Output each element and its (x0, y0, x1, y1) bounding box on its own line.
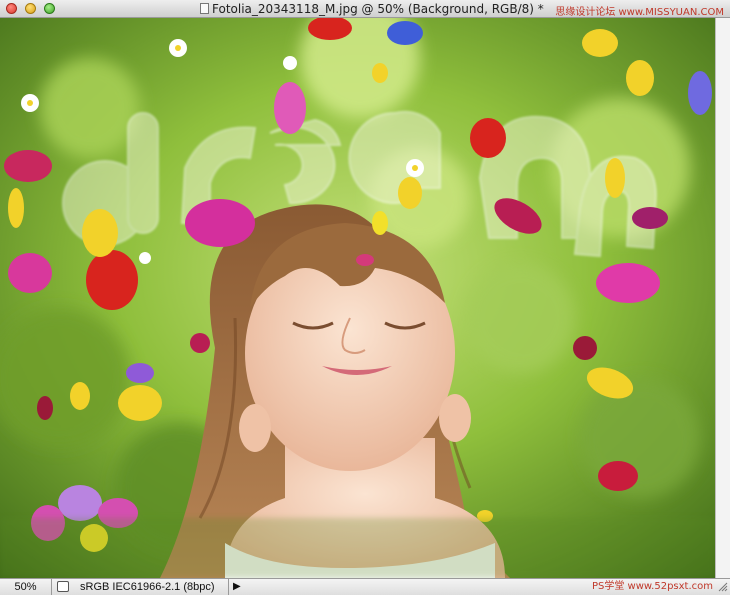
watermark-top: 思缘设计论坛 www.MISSYUAN.COM (555, 7, 724, 18)
document-canvas[interactable]: dream (0, 18, 715, 578)
close-icon[interactable] (6, 3, 17, 14)
minimize-icon[interactable] (25, 3, 36, 14)
zoom-icon[interactable] (44, 3, 55, 14)
watermark-bottom: PS学堂 www.52psxt.com (592, 581, 714, 592)
photo: dream (0, 18, 715, 578)
window-title: Fotolia_20343118_M.jpg @ 50% (Background… (212, 2, 544, 16)
status-bar: 50% sRGB IEC61966-2.1 (8bpc) ▶ PS学堂 www.… (0, 578, 730, 595)
document-profile: sRGB IEC61966-2.1 (8bpc) (80, 581, 215, 593)
window-titlebar[interactable]: Fotolia_20343118_M.jpg @ 50% (Background… (0, 0, 730, 18)
vertical-scrollbar[interactable] (715, 18, 730, 578)
chevron-right-icon[interactable]: ▶ (233, 580, 241, 594)
resize-grip-icon[interactable] (718, 582, 728, 592)
zoom-field[interactable]: 50% (0, 579, 52, 595)
status-info-icon[interactable] (57, 581, 69, 592)
document-icon (200, 3, 209, 14)
status-divider (228, 579, 229, 595)
